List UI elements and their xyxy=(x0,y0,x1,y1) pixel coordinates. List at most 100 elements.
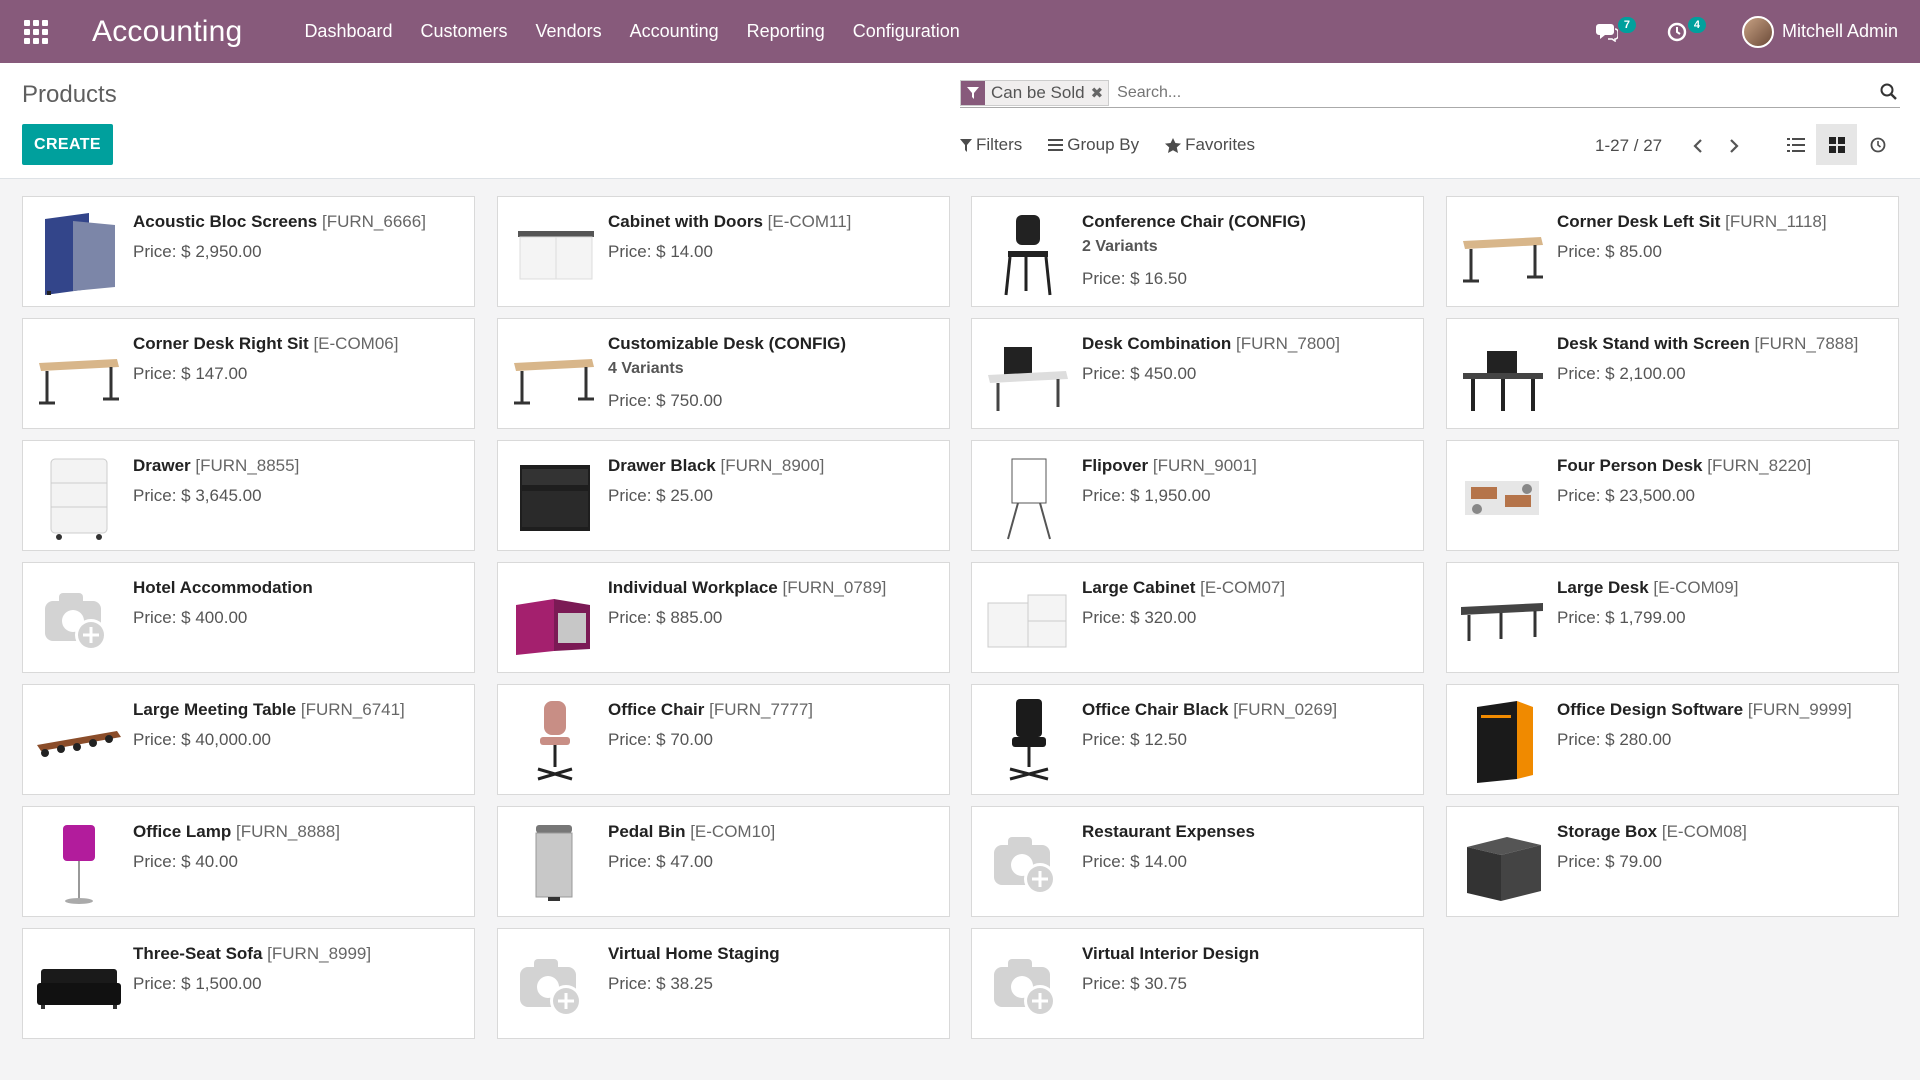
drawer-image xyxy=(33,451,123,541)
product-card[interactable]: Office Lamp [FURN_8888] Price: $ 40.00 xyxy=(22,806,475,917)
product-name: Office Chair [FURN_7777] xyxy=(608,700,813,720)
menu-item-dashboard[interactable]: Dashboard xyxy=(304,21,392,42)
product-card[interactable]: Desk Stand with Screen [FURN_7888] Price:… xyxy=(1446,318,1899,429)
product-title: Individual Workplace xyxy=(608,578,778,597)
bars-icon xyxy=(1048,139,1064,151)
product-card[interactable]: Flipover [FURN_9001] Price: $ 1,950.00 xyxy=(971,440,1424,551)
systray: 7 4 Mitchell Admin xyxy=(1570,0,1898,63)
drawer-black-image xyxy=(508,451,598,541)
menu-item-configuration[interactable]: Configuration xyxy=(853,21,960,42)
product-card[interactable]: Pedal Bin [E-COM10] Price: $ 47.00 xyxy=(497,806,950,917)
product-code: [FURN_8900] xyxy=(720,456,825,475)
product-price: Price: $ 25.00 xyxy=(608,486,713,505)
product-code: [FURN_9001] xyxy=(1152,456,1257,475)
list-view-icon[interactable] xyxy=(1775,124,1816,165)
create-button[interactable]: CREATE xyxy=(22,124,113,165)
product-card[interactable]: Corner Desk Right Sit [E-COM06] Price: $ … xyxy=(22,318,475,429)
favorites-toggle[interactable]: Favorites xyxy=(1165,135,1255,155)
product-card[interactable]: Large Desk [E-COM09] Price: $ 1,799.00 xyxy=(1446,562,1899,673)
filters-toggle[interactable]: Filters xyxy=(960,135,1022,155)
product-card[interactable]: Drawer [FURN_8855] Price: $ 3,645.00 xyxy=(22,440,475,551)
search-facet: Can be Sold ✖ xyxy=(960,79,1110,106)
product-card[interactable]: Desk Combination [FURN_7800] Price: $ 450… xyxy=(971,318,1424,429)
product-card[interactable]: Drawer Black [FURN_8900] Price: $ 25.00 xyxy=(497,440,950,551)
product-card[interactable]: Customizable Desk (CONFIG) 4 Variants Pric… xyxy=(497,318,950,429)
product-title: Flipover xyxy=(1082,456,1149,475)
sofa-image xyxy=(33,939,123,1029)
pager-previous-icon[interactable] xyxy=(1686,134,1710,158)
user-avatar[interactable] xyxy=(1741,15,1774,48)
product-name: Drawer [FURN_8855] xyxy=(133,456,299,476)
product-card[interactable]: Virtual Home Staging Price: $ 38.25 xyxy=(497,928,950,1039)
pager: 1-27 / 27 xyxy=(1595,134,1758,158)
product-price: Price: $ 1,950.00 xyxy=(1082,486,1211,505)
product-card[interactable]: Office Design Software [FURN_9999] Price:… xyxy=(1446,684,1899,795)
apps-menu-icon[interactable] xyxy=(0,0,72,63)
desk-stand-image xyxy=(1457,329,1547,419)
product-card[interactable]: Restaurant Expenses Price: $ 14.00 xyxy=(971,806,1424,917)
product-card[interactable]: Virtual Interior Design Price: $ 30.75 xyxy=(971,928,1424,1039)
desk-combination-image xyxy=(982,329,1072,419)
product-code: [E-COM06] xyxy=(313,334,399,353)
product-price: Price: $ 885.00 xyxy=(608,608,723,627)
product-title: Three-Seat Sofa xyxy=(133,944,263,963)
messages-badge: 7 xyxy=(1617,16,1636,33)
product-name: Corner Desk Left Sit [FURN_1118] xyxy=(1557,212,1827,232)
search-bar: Can be Sold ✖ xyxy=(960,78,1900,108)
kanban-view-icon[interactable] xyxy=(1816,124,1857,165)
product-card[interactable]: Storage Box [E-COM08] Price: $ 79.00 xyxy=(1446,806,1899,917)
product-variants[interactable]: 2 Variants xyxy=(1082,238,1158,256)
product-card[interactable]: Individual Workplace [FURN_0789] Price: $… xyxy=(497,562,950,673)
product-price: Price: $ 2,100.00 xyxy=(1557,364,1686,383)
product-card[interactable]: Acoustic Bloc Screens [FURN_6666] Price: … xyxy=(22,196,475,307)
product-name: Drawer Black [FURN_8900] xyxy=(608,456,824,476)
product-name: Pedal Bin [E-COM10] xyxy=(608,822,775,842)
desk-image xyxy=(508,329,598,419)
product-card[interactable]: Hotel Accommodation Price: $ 400.00 xyxy=(22,562,475,673)
product-variants[interactable]: 4 Variants xyxy=(608,360,684,378)
menu-item-vendors[interactable]: Vendors xyxy=(536,21,602,42)
menu-item-reporting[interactable]: Reporting xyxy=(747,21,825,42)
product-name: Four Person Desk [FURN_8220] xyxy=(1557,456,1811,476)
product-name: Individual Workplace [FURN_0789] xyxy=(608,578,886,598)
messages-icon[interactable]: 7 xyxy=(1592,16,1636,47)
placeholder-camera-image xyxy=(508,939,598,1029)
product-card[interactable]: Large Meeting Table [FURN_6741] Price: $ … xyxy=(22,684,475,795)
filter-icon xyxy=(960,138,972,152)
user-name[interactable]: Mitchell Admin xyxy=(1782,21,1898,42)
product-card[interactable]: Four Person Desk [FURN_8220] Price: $ 23,… xyxy=(1446,440,1899,551)
product-card[interactable]: Corner Desk Left Sit [FURN_1118] Price: $… xyxy=(1446,196,1899,307)
pager-next-icon[interactable] xyxy=(1722,134,1746,158)
activities-icon[interactable]: 4 xyxy=(1662,16,1706,47)
facet-remove-icon[interactable]: ✖ xyxy=(1089,84,1109,102)
product-code: [FURN_7800] xyxy=(1235,334,1340,353)
product-price: Price: $ 23,500.00 xyxy=(1557,486,1695,505)
search-icon[interactable] xyxy=(1880,83,1898,106)
menu-item-customers[interactable]: Customers xyxy=(421,21,508,42)
group-by-toggle[interactable]: Group By xyxy=(1048,135,1139,155)
product-price: Price: $ 40,000.00 xyxy=(133,730,271,749)
product-name: Large Desk [E-COM09] xyxy=(1557,578,1738,598)
product-price: Price: $ 14.00 xyxy=(608,242,713,261)
product-price: Price: $ 38.25 xyxy=(608,974,713,993)
product-name: Desk Stand with Screen [FURN_7888] xyxy=(1557,334,1858,354)
product-price: Price: $ 750.00 xyxy=(608,391,723,410)
product-card[interactable]: Office Chair [FURN_7777] Price: $ 70.00 xyxy=(497,684,950,795)
storage-box-image xyxy=(1457,817,1547,907)
product-code: [FURN_1118] xyxy=(1725,212,1827,231)
activity-view-icon[interactable] xyxy=(1857,124,1898,165)
product-card[interactable]: Office Chair Black [FURN_0269] Price: $ 1… xyxy=(971,684,1424,795)
four-person-desk-image xyxy=(1457,451,1547,541)
product-card[interactable]: Three-Seat Sofa [FURN_8999] Price: $ 1,50… xyxy=(22,928,475,1039)
product-price: Price: $ 400.00 xyxy=(133,608,248,627)
app-brand[interactable]: Accounting xyxy=(92,15,242,49)
search-input[interactable] xyxy=(1117,79,1900,106)
menu-item-accounting[interactable]: Accounting xyxy=(630,21,719,42)
product-card[interactable]: Cabinet with Doors [E-COM11] Price: $ 14.… xyxy=(497,196,950,307)
pager-value[interactable]: 1-27 / 27 xyxy=(1595,136,1662,156)
meeting-table-image xyxy=(33,695,123,785)
product-price: Price: $ 70.00 xyxy=(608,730,713,749)
product-card[interactable]: Conference Chair (CONFIG) 2 Variants Price… xyxy=(971,196,1424,307)
product-code: [FURN_8220] xyxy=(1707,456,1812,475)
product-card[interactable]: Large Cabinet [E-COM07] Price: $ 320.00 xyxy=(971,562,1424,673)
